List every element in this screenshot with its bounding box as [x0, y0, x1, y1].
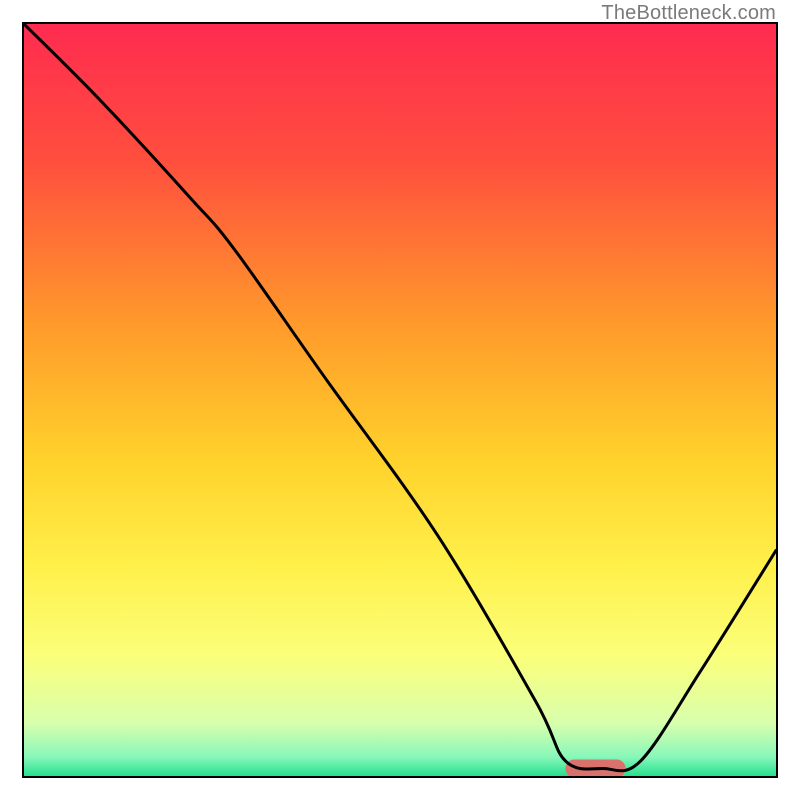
- chart-frame: [22, 22, 778, 778]
- bottleneck-chart: [24, 24, 776, 776]
